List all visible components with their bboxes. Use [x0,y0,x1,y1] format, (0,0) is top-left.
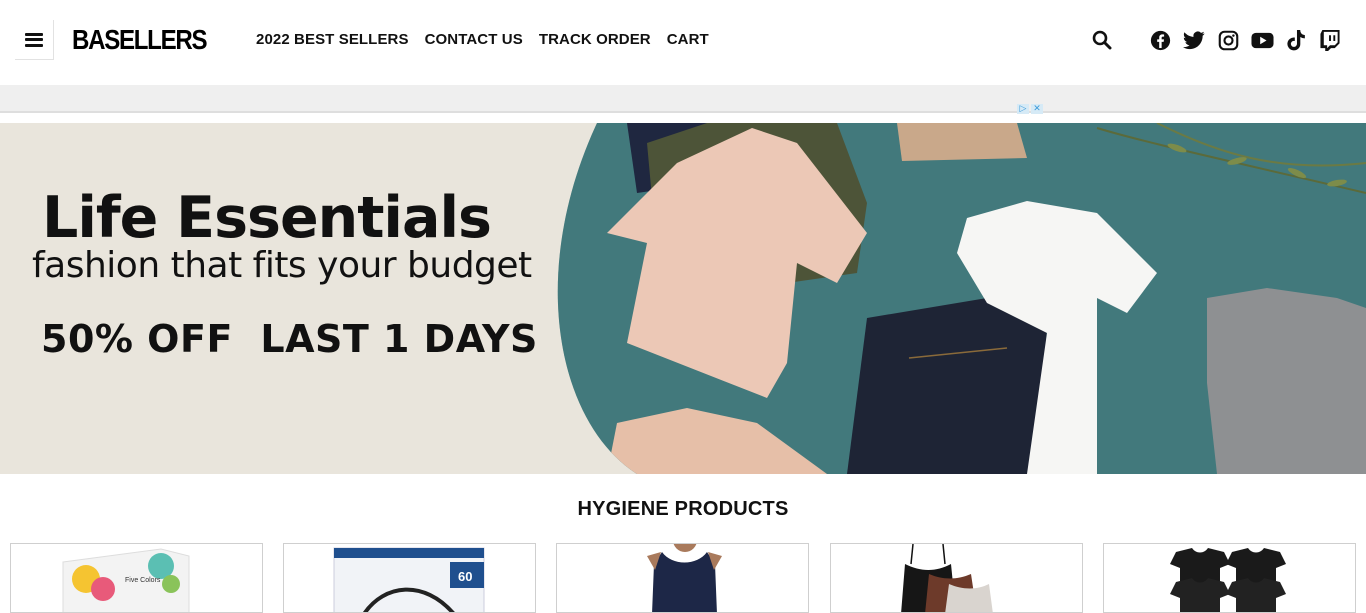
camisole-set-thumbnail [901,544,993,612]
header-icons [1090,28,1342,52]
youtube-icon[interactable] [1250,28,1274,52]
navy-tank-top-thumbnail [647,544,722,612]
black-tshirts-pack-thumbnail [1170,548,1286,612]
adchoices-icon[interactable]: ▷ [1017,104,1029,114]
banner-headline: Life Essentials [42,185,492,251]
nav-contact-us[interactable]: CONTACT US [425,31,523,49]
banner-text: Life Essentials fashion that fits your b… [32,185,542,361]
search-icon[interactable] [1090,28,1114,52]
main-nav: 2022 BEST SELLERS CONTACT US TRACK ORDER… [256,31,709,49]
ad-strip [0,85,1366,113]
product-card[interactable] [556,543,809,613]
product-card[interactable]: Five Colors [10,543,263,613]
section-title: HYGIENE PRODUCTS [577,498,789,520]
nav-best-sellers[interactable]: 2022 BEST SELLERS [256,31,409,49]
product-badge-sixty: 60 [458,569,472,584]
instagram-icon[interactable] [1216,28,1240,52]
site-logo[interactable]: BASELLERS [72,24,208,56]
product-row: Five Colors 60 [10,543,1356,613]
product-card[interactable]: 60 [283,543,536,613]
site-header: BASELLERS 2022 BEST SELLERS CONTACT US T… [0,0,1366,85]
promo-banner[interactable]: Life Essentials fashion that fits your b… [0,123,1366,474]
ad-close-icon[interactable]: ✕ [1031,104,1043,114]
product-card[interactable] [1103,543,1356,613]
product-card[interactable] [830,543,1083,613]
hamburger-icon [25,32,43,47]
tiktok-icon[interactable] [1284,28,1308,52]
nav-cart[interactable]: CART [667,31,709,49]
banner-subline: fashion that fits your budget [32,245,532,286]
product-badge-five-colors: Five Colors [125,577,161,584]
banner-clothing-photo [557,123,1366,474]
disposable-masks-box-thumbnail: Five Colors [62,548,190,612]
ad-choices[interactable]: ▷ ✕ [1017,104,1047,114]
twitch-icon[interactable] [1318,28,1342,52]
kn95-masks-box-thumbnail: 60 [333,547,485,612]
banner-offer: 50% OFF LAST 1 DAYS [41,317,538,361]
facebook-icon[interactable] [1148,28,1172,52]
twitter-icon[interactable] [1182,28,1206,52]
nav-track-order[interactable]: TRACK ORDER [539,31,651,49]
hamburger-menu-button[interactable] [15,20,54,60]
